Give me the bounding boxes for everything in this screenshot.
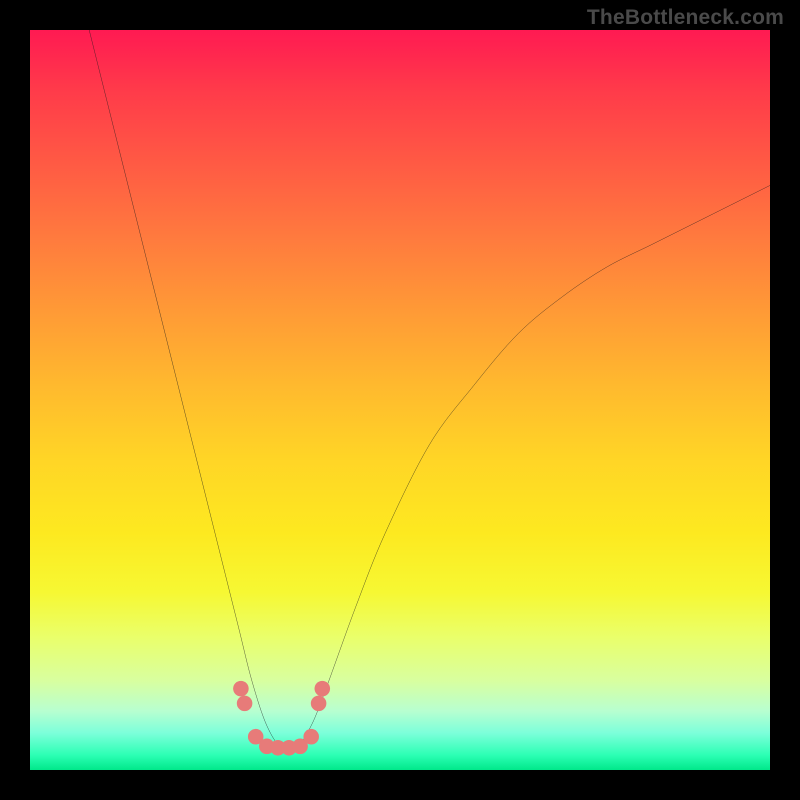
marker-dot [315, 681, 331, 697]
bottleneck-curve [89, 30, 770, 751]
marker-dot [233, 681, 249, 697]
watermark-text: TheBottleneck.com [587, 6, 784, 30]
plot-area [30, 30, 770, 770]
outer-frame: TheBottleneck.com [0, 0, 800, 800]
marker-dot [237, 696, 253, 712]
curve-layer [30, 30, 770, 770]
marker-dot [311, 696, 327, 712]
marker-dot [303, 729, 319, 745]
marker-group [233, 681, 330, 756]
